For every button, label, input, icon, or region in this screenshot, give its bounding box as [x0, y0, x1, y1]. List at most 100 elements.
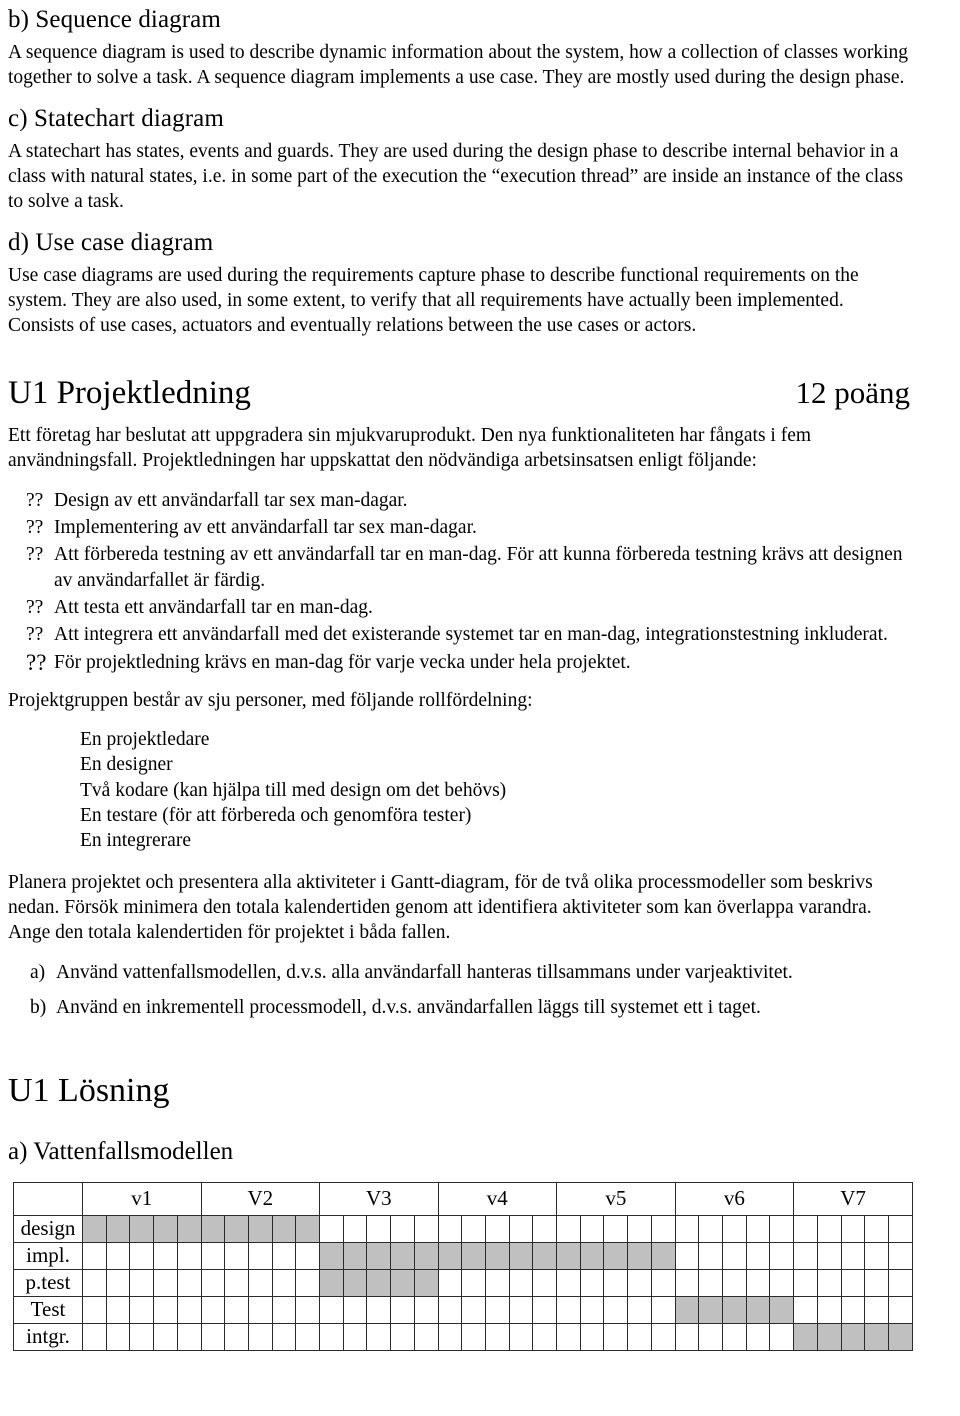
gantt-cell-filled — [342, 1241, 368, 1270]
gantt-cell-empty — [698, 1241, 723, 1270]
gantt-cell-empty — [579, 1322, 605, 1351]
gantt-cell-empty — [508, 1268, 534, 1297]
task-description: Planera projektet och presentera alla ak… — [8, 871, 873, 944]
exercise-points: 12 poäng — [795, 374, 910, 410]
gantt-corner-cell — [13, 1181, 83, 1216]
gantt-chart: v1 V2 V3 v4 v5 v6 V7 design impl. p.test Test intgr… — [8, 1181, 914, 1351]
gantt-cell-filled — [745, 1295, 771, 1324]
gantt-cell-empty — [864, 1295, 889, 1324]
gantt-cell-empty — [295, 1322, 321, 1351]
gantt-cell-empty — [603, 1322, 629, 1351]
gantt-cell-empty — [295, 1295, 321, 1324]
gantt-cell-empty — [461, 1322, 486, 1351]
bullet-marker: ?? — [26, 489, 44, 511]
gantt-cell-empty — [721, 1214, 747, 1243]
gantt-cell-empty — [390, 1214, 415, 1243]
subtask-text: Använd vattenfallsmodellen, d.v.s. alla … — [56, 961, 793, 983]
gantt-cell-empty — [508, 1295, 534, 1324]
gantt-row-label: design — [13, 1214, 83, 1243]
gantt-week-header: V3 — [319, 1181, 439, 1216]
subtask-marker: a) — [30, 961, 46, 983]
gantt-cell-filled — [153, 1214, 178, 1243]
gantt-week-header: v5 — [556, 1181, 676, 1216]
gantt-cell-empty — [864, 1268, 889, 1297]
gantt-cell-empty — [437, 1322, 463, 1351]
gantt-cell-empty — [461, 1214, 486, 1243]
gantt-cell-empty — [319, 1322, 344, 1351]
gantt-cell-empty — [650, 1214, 676, 1243]
gantt-cell-empty — [840, 1295, 866, 1324]
gantt-cell-empty — [129, 1295, 155, 1324]
gantt-cell-empty — [342, 1295, 368, 1324]
gantt-cell-empty — [698, 1322, 723, 1351]
gantt-cell-empty — [153, 1322, 178, 1351]
gantt-week-header: V2 — [200, 1181, 321, 1216]
gantt-cell-empty — [769, 1214, 795, 1243]
bullet-marker: ?? — [26, 544, 44, 566]
gantt-cell-empty — [176, 1241, 202, 1270]
gantt-cell-empty — [200, 1268, 226, 1297]
gantt-cell-empty — [153, 1268, 178, 1297]
gantt-cell-empty — [650, 1268, 676, 1297]
gantt-cell-empty — [840, 1268, 866, 1297]
paragraph-sequence-diagram: A sequence diagram is used to describe d… — [8, 42, 909, 89]
gantt-cell-empty — [532, 1322, 558, 1351]
gantt-cell-empty — [390, 1295, 415, 1324]
gantt-cell-filled — [603, 1241, 629, 1270]
gantt-cell-empty — [153, 1241, 178, 1270]
paragraph-use-case-diagram: Use case diagrams are used during the re… — [8, 264, 859, 337]
gantt-cell-empty — [603, 1295, 629, 1324]
gantt-cell-empty — [200, 1295, 226, 1324]
gantt-cell-empty — [224, 1295, 249, 1324]
team-intro: Projektgruppen består av sju personer, m… — [8, 689, 533, 711]
gantt-cell-empty — [82, 1322, 107, 1351]
heading-statechart-diagram: c) Statechart diagram — [8, 104, 224, 132]
gantt-cell-empty — [887, 1241, 914, 1270]
gantt-cell-empty — [82, 1295, 107, 1324]
gantt-cell-empty — [627, 1322, 652, 1351]
gantt-cell-empty — [650, 1295, 676, 1324]
gantt-cell-empty — [579, 1268, 605, 1297]
list-item-text: Design av ett användarfall tar sex man-d… — [54, 489, 408, 511]
gantt-week-header: V7 — [793, 1181, 913, 1216]
gantt-cell-filled — [390, 1241, 415, 1270]
gantt-cell-empty — [176, 1295, 202, 1324]
gantt-cell-empty — [816, 1295, 842, 1324]
gantt-cell-filled — [319, 1241, 344, 1270]
gantt-cell-empty — [105, 1268, 131, 1297]
gantt-week-header: v1 — [82, 1181, 202, 1216]
gantt-cell-empty — [793, 1214, 818, 1243]
gantt-cell-empty — [579, 1295, 605, 1324]
gantt-cell-filled — [532, 1241, 558, 1270]
gantt-row-label: impl. — [13, 1241, 83, 1270]
gantt-cell-empty — [224, 1322, 249, 1351]
gantt-cell-empty — [129, 1241, 155, 1270]
gantt-cell-empty — [769, 1268, 795, 1297]
gantt-cell-empty — [271, 1268, 297, 1297]
gantt-cell-empty — [887, 1295, 914, 1324]
list-item: ?? Att testa ett användarfall tar en man… — [8, 595, 910, 620]
gantt-task-row: design — [13, 1214, 914, 1243]
list-item: ?? Att förbereda testning av ett använda… — [8, 542, 910, 593]
gantt-cell-empty — [295, 1241, 321, 1270]
gantt-cell-empty — [105, 1322, 131, 1351]
gantt-cell-empty — [413, 1295, 439, 1324]
bullet-marker: ?? — [26, 649, 47, 675]
gantt-cell-empty — [247, 1241, 273, 1270]
gantt-cell-empty — [745, 1268, 771, 1297]
gantt-cell-empty — [816, 1268, 842, 1297]
gantt-cell-empty — [650, 1322, 676, 1351]
list-item: ?? För projektledning krävs en man-dag f… — [8, 650, 910, 676]
gantt-cell-empty — [556, 1268, 581, 1297]
gantt-cell-filled — [342, 1268, 368, 1297]
gantt-cell-filled — [366, 1268, 392, 1297]
gantt-cell-filled — [816, 1322, 842, 1351]
gantt-cell-empty — [484, 1268, 510, 1297]
gantt-row-label: Test — [13, 1295, 83, 1324]
gantt-cell-empty — [413, 1214, 439, 1243]
gantt-cell-empty — [437, 1268, 463, 1297]
gantt-cell-empty — [745, 1241, 771, 1270]
list-item: ?? Implementering av ett användarfall ta… — [8, 515, 910, 540]
gantt-task-row: p.test — [13, 1268, 914, 1297]
